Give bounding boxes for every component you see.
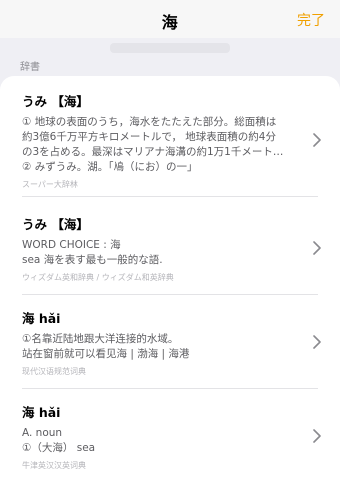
definition-line: 站在窗前就可以看见海 | 渤海 | 海港 (22, 348, 190, 360)
chevron-right-icon (313, 241, 321, 255)
definition-line: ①（大海） sea (22, 442, 96, 454)
chevron-right-icon (313, 429, 321, 443)
chevron-right-icon (313, 133, 321, 147)
entry-definition: ① 地球の表面のうち，海水をたたえた部分。総面積は 約3億6千万平方キロメートル… (22, 115, 304, 175)
section-header: 辞書 (20, 62, 40, 73)
entry-title: 海 hǎi (22, 405, 61, 420)
entry-source: ウィズダム英和辞典 / ウィズダム和英辞典 (22, 273, 174, 282)
entry-definition: A. noun ①（大海） sea (22, 426, 304, 456)
definition-line: WORD CHOICE : 海 (22, 239, 121, 251)
entry-source: 现代汉语规范词典 (22, 367, 86, 376)
entry-definition: ①名靠近陆地跟大洋连接的水域。 站在窗前就可以看见海 | 渤海 | 海港 (22, 332, 304, 362)
page-title: 海 (161, 13, 179, 32)
definition-line: の3を占める。最深はマリアナ海溝の約1万1千メート… (22, 146, 284, 158)
definition-line: ② みずうみ。湖。「鳰（にお）の一」 (22, 161, 198, 173)
dictionary-entry[interactable]: うみ 【海】 WORD CHOICE : 海 sea 海を表す最も一般的な語. … (0, 197, 340, 293)
dictionary-entry[interactable]: 海 hǎi A. noun ①（大海） sea 牛津英汉汉英词典 (0, 389, 340, 488)
entry-title: うみ 【海】 (22, 94, 89, 109)
definition-line: 約3億6千万平方キロメートルで， 地球表面積の約4分 (22, 131, 276, 143)
definition-line: A. noun (22, 427, 63, 439)
entry-source: スーパー大辞林 (22, 180, 78, 189)
dictionary-entry[interactable]: 海 hǎi ①名靠近陆地跟大洋连接的水域。 站在窗前就可以看见海 | 渤海 | … (0, 295, 340, 387)
entry-title: 海 hǎi (22, 311, 61, 326)
search-placeholder-bar (110, 43, 230, 53)
definition-line: sea 海を表す最も一般的な語. (22, 254, 163, 266)
dictionary-entry[interactable]: うみ 【海】 ① 地球の表面のうち，海水をたたえた部分。総面積は 約3億6千万平… (0, 76, 340, 196)
entry-definition: WORD CHOICE : 海 sea 海を表す最も一般的な語. (22, 238, 304, 268)
done-button[interactable]: 完了 (297, 10, 325, 30)
navigation-bar: 海 完了 (0, 0, 340, 38)
entry-title: うみ 【海】 (22, 217, 89, 232)
definition-line: ① 地球の表面のうち，海水をたたえた部分。総面積は (22, 116, 277, 128)
chevron-right-icon (313, 335, 321, 349)
definition-line: ①名靠近陆地跟大洋连接的水域。 (22, 333, 179, 345)
entry-source: 牛津英汉汉英词典 (22, 461, 86, 470)
dictionary-list: うみ 【海】 ① 地球の表面のうち，海水をたたえた部分。総面積は 約3億6千万平… (0, 76, 340, 488)
